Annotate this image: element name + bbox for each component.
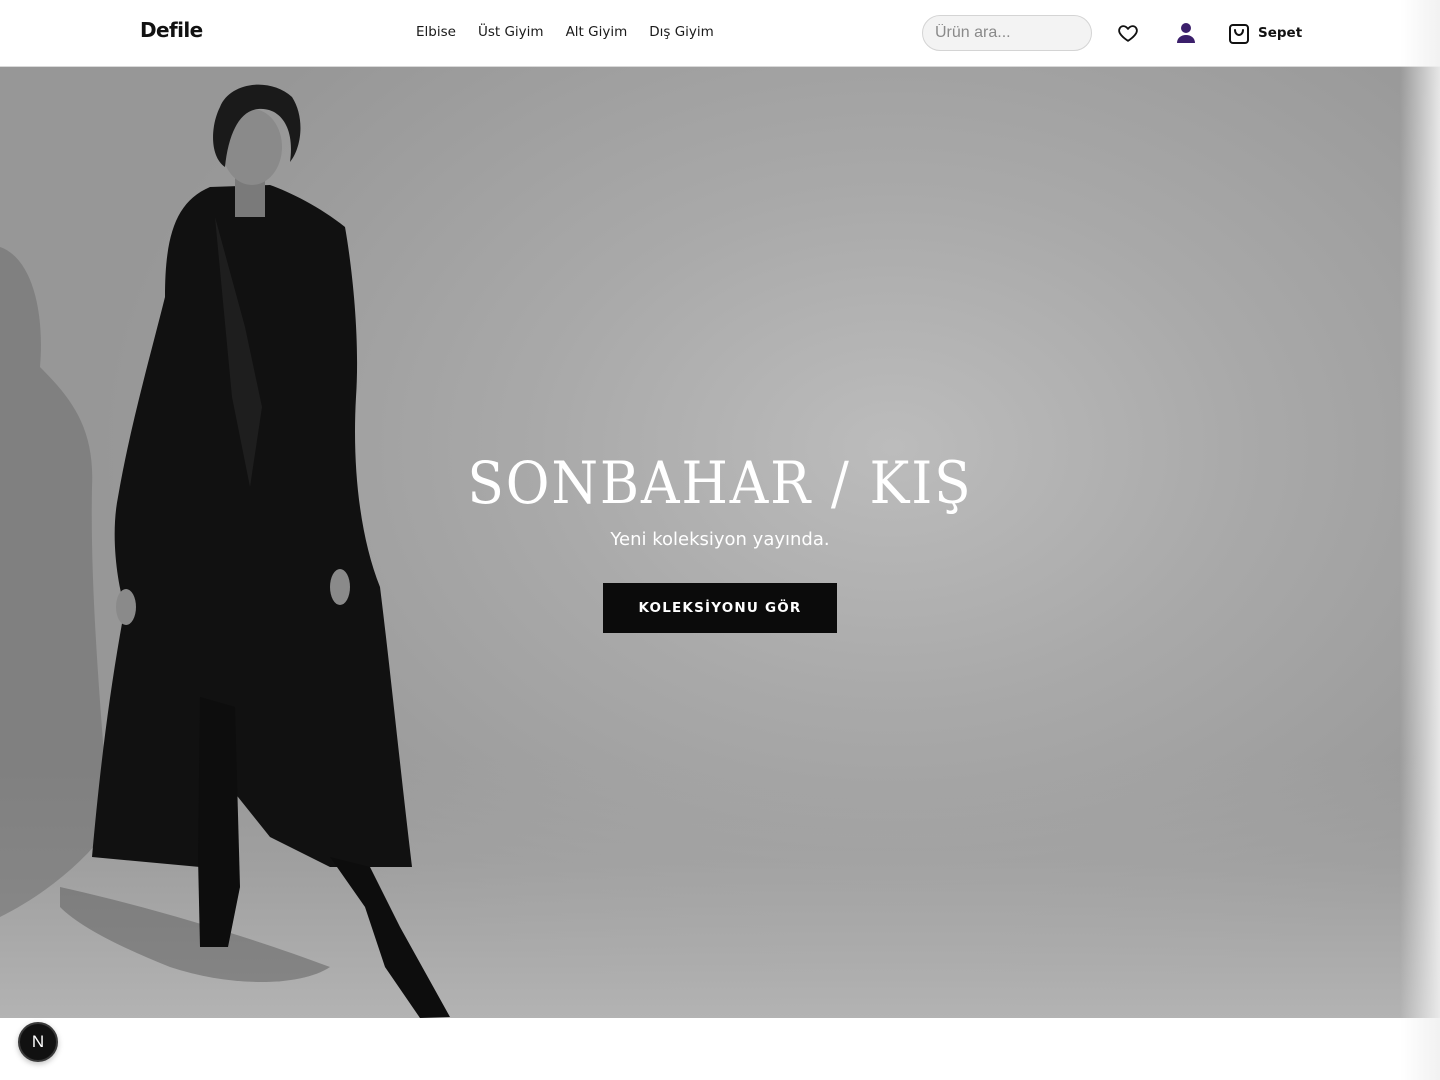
cart-button[interactable]: Sepet (1228, 19, 1302, 47)
shopping-bag-icon (1229, 24, 1249, 44)
dev-tools-badge[interactable]: N (18, 1022, 58, 1062)
account-button[interactable] (1174, 21, 1198, 45)
heart-icon (1118, 25, 1138, 42)
nav-item-dis-giyim[interactable]: Dış Giyim (649, 24, 714, 40)
wishlist-button[interactable] (1116, 21, 1140, 45)
nav-item-alt-giyim[interactable]: Alt Giyim (566, 24, 628, 40)
site-header: Defile Elbise Üst Giyim Alt Giyim Dış Gi… (0, 0, 1440, 67)
brand-logo[interactable]: Defile (140, 18, 203, 42)
hero-banner: SONBAHAR / KIŞ Yeni koleksiyon yayında. … (0, 67, 1440, 1018)
nav-item-ust-giyim[interactable]: Üst Giyim (478, 24, 544, 40)
nav-item-elbise[interactable]: Elbise (416, 24, 456, 40)
dev-tools-badge-label: N (31, 1032, 45, 1051)
view-collection-button[interactable]: KOLEKSİYONU GÖR (603, 583, 837, 633)
cart-label: Sepet (1258, 25, 1303, 41)
hero-title: SONBAHAR / KIŞ (467, 449, 973, 517)
hero-subtitle: Yeni koleksiyon yayında. (610, 529, 830, 550)
main-nav: Elbise Üst Giyim Alt Giyim Dış Giyim (416, 24, 714, 40)
search-input[interactable] (922, 15, 1092, 51)
user-icon (1177, 23, 1195, 43)
